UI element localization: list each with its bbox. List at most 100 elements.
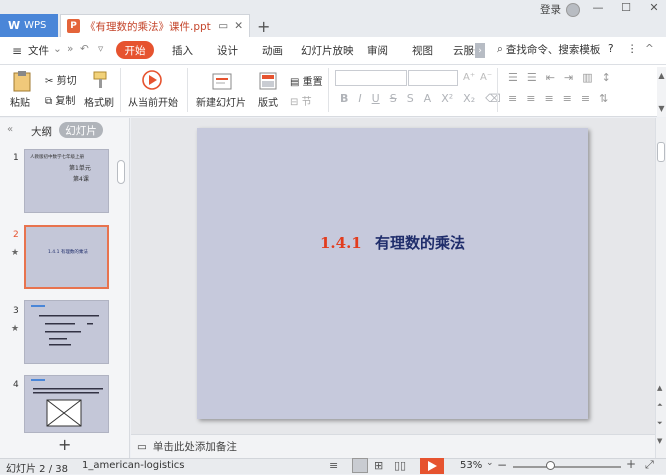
subscript-icon[interactable]: X₂ (463, 92, 475, 105)
bullet-list-icon[interactable]: ☰ (508, 71, 518, 84)
justify-icon[interactable]: ≡ (563, 92, 572, 105)
tabs-scroll-right-button[interactable]: › (475, 43, 485, 58)
ribbon-scroll[interactable]: ▲ ▼ (657, 67, 666, 117)
normal-view-icon[interactable] (352, 458, 368, 473)
minimize-button[interactable]: — (584, 0, 612, 14)
help-icon[interactable]: ? (608, 43, 614, 55)
align-center-icon[interactable]: ≡ (526, 92, 535, 105)
text-direction-icon[interactable]: ⇅ (599, 92, 608, 105)
align-left-icon[interactable]: ≡ (508, 92, 517, 105)
strikethrough-icon[interactable]: S (390, 92, 397, 105)
reading-view-icon[interactable]: ▯▯ (394, 459, 406, 472)
tab-view[interactable]: 视图 (412, 43, 433, 58)
slide-sorter-icon[interactable]: ⊞ (374, 459, 383, 472)
layout-label[interactable]: 版式 (258, 94, 278, 109)
play-from-current-button[interactable] (140, 69, 164, 91)
column-icon[interactable]: ▥ (582, 71, 592, 84)
tab-animation[interactable]: 动画 (262, 43, 283, 58)
new-slide-button[interactable] (210, 70, 234, 92)
line-spacing-icon[interactable]: ↕ (602, 71, 611, 84)
zoom-level[interactable]: 53% (460, 460, 482, 471)
copy-button[interactable]: ⧉ 复制 (45, 92, 75, 107)
play-from-current-label[interactable]: 从当前开始 (128, 94, 178, 109)
reset-button[interactable]: ▤ 重置 (290, 73, 323, 88)
more-arrows-icon[interactable]: » (67, 43, 73, 55)
slideshow-play-button[interactable] (420, 458, 444, 474)
underline-icon[interactable]: U (372, 92, 380, 105)
tab-review[interactable]: 审阅 (367, 43, 388, 58)
wps-home-tab[interactable]: W WPS (0, 14, 58, 37)
hamburger-menu-icon[interactable]: ≡ (12, 44, 22, 58)
file-menu[interactable]: 文件 (28, 43, 49, 58)
align-right-icon[interactable]: ≡ (544, 92, 553, 105)
ribbon-scroll-down-icon[interactable]: ▼ (658, 104, 664, 113)
collapse-pane-icon[interactable]: « (7, 124, 13, 135)
slide-thumbnail-4[interactable] (24, 375, 109, 433)
tab-slides[interactable]: 幻灯片 (59, 122, 103, 138)
notes-toggle-icon[interactable]: ≡ (329, 459, 338, 472)
undo-icon[interactable]: ↶ (80, 43, 89, 55)
format-painter-button[interactable] (90, 70, 110, 90)
increase-font-icon[interactable]: A⁺ (463, 72, 475, 83)
distribute-icon[interactable]: ≡ (581, 92, 590, 105)
slide-title-row[interactable]: 1.4.1 有理数的乘法 (197, 232, 588, 253)
ribbon-scroll-up-icon[interactable]: ▲ (658, 71, 664, 80)
scroll-up-icon[interactable]: ▲ (657, 384, 662, 392)
numbered-list-icon[interactable]: ☰ (527, 71, 537, 84)
tab-slideshow[interactable]: 幻灯片放映 (301, 43, 354, 58)
italic-icon[interactable]: I (358, 92, 361, 105)
slide-thumbnail-2-selected[interactable]: 1.4.1 有理数的乘法 (24, 225, 109, 289)
decrease-indent-icon[interactable]: ⇤ (546, 71, 555, 84)
font-name-select[interactable] (335, 70, 407, 86)
avatar-icon[interactable] (566, 2, 580, 17)
editor-scrollbar[interactable]: ▲ ⏶ ⏷ ▼ (655, 118, 666, 458)
chevron-down-icon[interactable]: ⌄ (53, 43, 62, 55)
tab-start[interactable]: 开始 (116, 41, 154, 59)
font-size-select[interactable] (408, 70, 458, 86)
font-color-icon[interactable]: A (424, 92, 432, 105)
more-options-icon[interactable]: ⋮ (627, 43, 638, 55)
layout-button[interactable] (258, 71, 278, 91)
document-tab[interactable]: P 《有理数的乘法》课件.ppt ▭ ✕ (60, 14, 250, 37)
editor-scroll-thumb[interactable] (657, 142, 665, 162)
window-mode-icon[interactable]: ▭ (218, 20, 228, 32)
slide-thumbnail-1[interactable]: 人教版初中数学七年级上册 第1单元 第4课 (24, 149, 109, 213)
paste-label[interactable]: 粘贴 (10, 94, 30, 109)
notes-bar[interactable]: ▭ 单击此处添加备注 (131, 434, 655, 458)
format-painter-label[interactable]: 格式刷 (84, 94, 114, 109)
new-tab-button[interactable]: + (257, 17, 270, 36)
scroll-down-icon[interactable]: ▼ (657, 437, 662, 445)
tab-cloud[interactable]: 云服务 (453, 43, 475, 58)
paste-button[interactable] (11, 70, 33, 92)
dropdown-icon[interactable]: ▿ (98, 43, 103, 55)
superscript-icon[interactable]: X² (441, 92, 453, 105)
maximize-button[interactable]: ☐ (612, 0, 640, 14)
new-slide-label[interactable]: 新建幻灯片 (196, 94, 246, 109)
slide-thumbnail-3[interactable] (24, 300, 109, 364)
add-slide-button[interactable]: + (58, 435, 71, 454)
command-search[interactable]: ⌕ 查找命令、搜索模板 (497, 42, 600, 57)
tab-outline[interactable]: 大纲 (31, 124, 52, 139)
decrease-font-icon[interactable]: A⁻ (480, 72, 492, 83)
zoom-slider-track[interactable] (513, 466, 621, 468)
zoom-in-button[interactable]: + (626, 457, 636, 471)
fit-window-icon[interactable]: ⤢ (645, 458, 654, 472)
close-window-button[interactable]: ✕ (640, 0, 666, 14)
login-area[interactable]: 登录 (540, 2, 580, 17)
zoom-dropdown-icon[interactable]: ⌄ (486, 458, 494, 468)
cut-button[interactable]: ✂ 剪切 (45, 72, 77, 87)
bold-icon[interactable]: B (340, 92, 348, 105)
shadow-icon[interactable]: S (407, 92, 414, 105)
tab-insert[interactable]: 插入 (172, 43, 193, 58)
next-slide-icon[interactable]: ⏷ (657, 419, 663, 428)
collapse-ribbon-icon[interactable]: ^ (645, 43, 654, 55)
close-tab-icon[interactable]: ✕ (234, 20, 243, 32)
slide-canvas[interactable]: 1.4.1 有理数的乘法 (197, 128, 588, 419)
clear-format-icon[interactable]: ⌫ (485, 92, 501, 105)
zoom-out-button[interactable]: − (497, 458, 507, 472)
increase-indent-icon[interactable]: ⇥ (564, 71, 573, 84)
section-button[interactable]: ⊟ 节 (290, 93, 312, 108)
tab-design[interactable]: 设计 (217, 43, 238, 58)
slides-pane-scrollbar[interactable] (117, 160, 125, 184)
prev-slide-icon[interactable]: ⏶ (657, 401, 663, 410)
